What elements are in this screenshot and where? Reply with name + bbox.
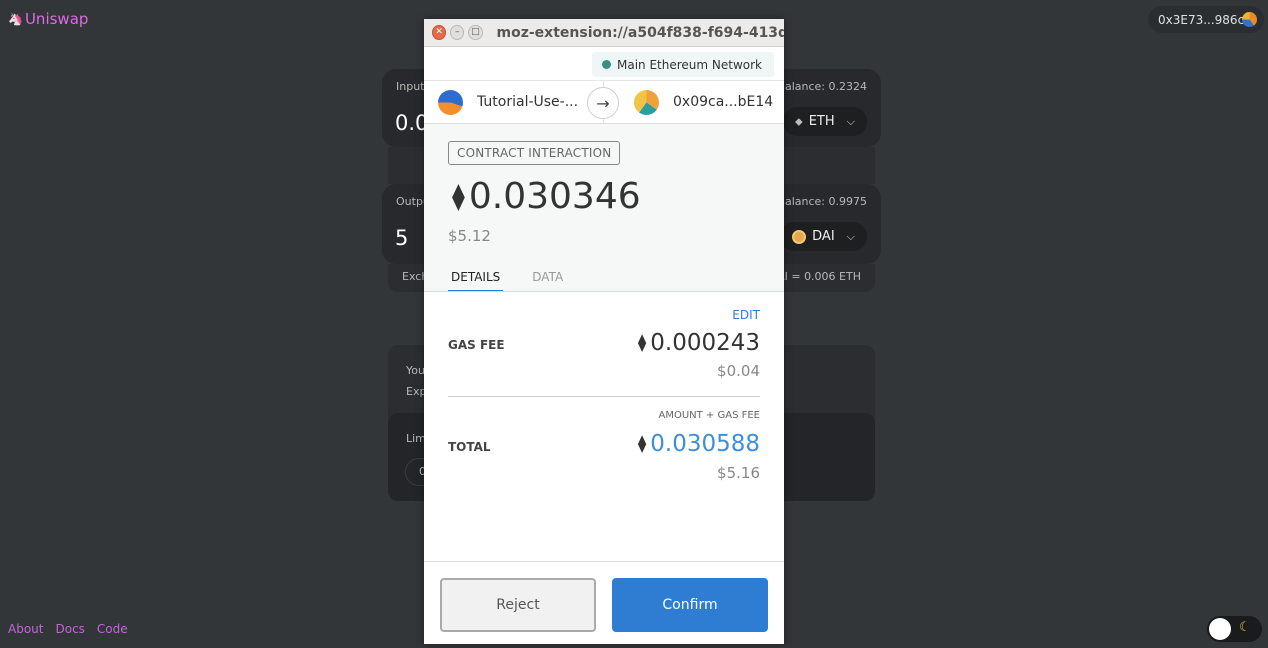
uniswap-logo[interactable]: 🦄 Uniswap: [8, 10, 88, 28]
logo-text: Uniswap: [24, 10, 89, 28]
window-titlebar: ✕ – □ moz-extension://a504f838-f694-413d…: [424, 19, 784, 47]
tab-details[interactable]: DETAILS: [448, 262, 504, 292]
total-value: ⧫ 0.030588: [638, 431, 760, 457]
moon-icon: ☾: [1239, 620, 1251, 635]
output-token-label: DAI: [812, 229, 835, 244]
metamask-popup: ✕ – □ moz-extension://a504f838-f694-413d…: [424, 19, 784, 644]
code-link[interactable]: Code: [97, 622, 128, 636]
gas-fee-amount: 0.000243: [650, 330, 760, 356]
chevron-down-icon: ⌵: [846, 229, 855, 243]
to-account-address: 0x09ca...bE14: [673, 94, 774, 110]
input-balance: Balance: 0.2324: [777, 80, 867, 93]
details-tabs: DETAILS DATA: [448, 262, 566, 292]
total-note: AMOUNT + GAS FEE: [658, 410, 761, 421]
footer-links: About Docs Code: [8, 622, 128, 636]
wallet-address-button[interactable]: 0x3E73...986c: [1148, 6, 1264, 33]
network-name: Main Ethereum Network: [616, 57, 762, 72]
about-link[interactable]: About: [8, 622, 43, 636]
dai-icon: [792, 229, 807, 244]
contract-interaction-badge: CONTRACT INTERACTION: [448, 141, 621, 165]
input-label: Input: [396, 80, 425, 93]
input-token-label: ETH: [808, 114, 835, 129]
toggle-knob: [1209, 618, 1231, 640]
sender-recipient-row: Tutorial-Use-... → 0x09ca...bE14: [424, 81, 784, 124]
to-account[interactable]: 0x09ca...bE14: [634, 81, 773, 123]
gas-fee-value: ⧫ 0.000243: [638, 330, 760, 356]
transaction-amount: ⧫ 0.030346: [452, 176, 641, 217]
summary-line-1: You: [406, 364, 425, 377]
total-amount: 0.030588: [650, 431, 760, 457]
output-balance: Balance: 0.9975: [777, 195, 867, 208]
wallet-avatar-icon: [1242, 12, 1257, 27]
action-bar: Reject Confirm: [424, 561, 784, 644]
gas-fee-label: GAS FEE: [448, 338, 505, 352]
wallet-address: 0x3E73...986c: [1158, 12, 1245, 27]
arrow-right-icon: →: [587, 87, 619, 119]
transaction-amount-value: 0.030346: [468, 176, 641, 217]
ethereum-icon: ⧫: [637, 333, 647, 353]
edit-gas-link[interactable]: EDIT: [732, 308, 760, 322]
to-account-avatar-icon: [634, 89, 659, 115]
output-amount-field[interactable]: 5: [395, 226, 408, 250]
tab-data[interactable]: DATA: [529, 262, 566, 292]
from-account[interactable]: Tutorial-Use-...: [438, 81, 578, 123]
docs-link[interactable]: Docs: [55, 622, 84, 636]
details-separator: [448, 396, 760, 397]
ethereum-icon: ⧫: [452, 181, 465, 212]
network-status-icon: [601, 60, 611, 69]
network-badge: Main Ethereum Network: [591, 52, 774, 77]
maximize-window-icon[interactable]: □: [468, 25, 483, 40]
ethereum-icon: ⧫: [637, 434, 647, 454]
transaction-amount-section: CONTRACT INTERACTION ⧫ 0.030346 $5.12 DE…: [424, 124, 784, 292]
minimize-window-icon[interactable]: –: [450, 25, 465, 40]
reject-button[interactable]: Reject: [440, 578, 596, 632]
input-token-select[interactable]: ⬥ ETH ⌵: [783, 107, 867, 136]
dark-mode-toggle[interactable]: ☾: [1207, 616, 1262, 642]
close-window-icon[interactable]: ✕: [432, 25, 447, 40]
from-account-name: Tutorial-Use-...: [477, 94, 579, 110]
network-row: Main Ethereum Network: [424, 47, 784, 81]
details-panel: EDIT GAS FEE ⧫ 0.000243 $0.04 AMOUNT + G…: [424, 292, 784, 562]
unicorn-icon: 🦄: [8, 12, 23, 26]
output-token-select[interactable]: DAI ⌵: [780, 222, 867, 251]
total-fiat: $5.16: [717, 464, 760, 482]
window-title: moz-extension://a504f838-f694-413d-8: [496, 24, 784, 41]
ethereum-icon: ⬥: [795, 114, 803, 128]
gas-fee-fiat: $0.04: [717, 362, 760, 380]
total-label: TOTAL: [448, 440, 491, 454]
confirm-button[interactable]: Confirm: [612, 578, 768, 632]
chevron-down-icon: ⌵: [846, 114, 855, 128]
from-account-avatar-icon: [438, 89, 463, 115]
transaction-amount-fiat: $5.12: [448, 227, 491, 245]
